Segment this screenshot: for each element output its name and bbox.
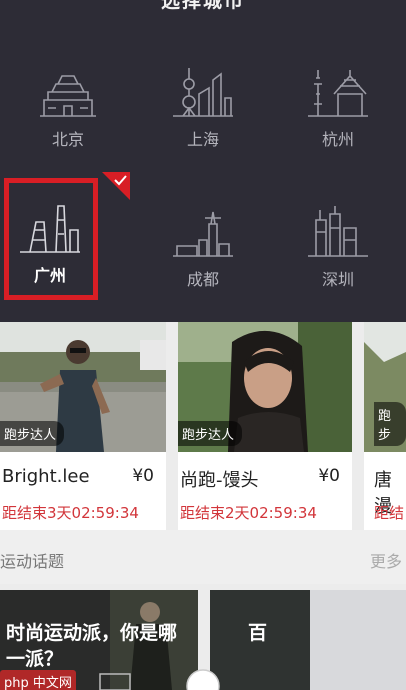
oriental-pearl-tower-icon <box>173 68 233 117</box>
city-beijing[interactable]: 北京 <box>0 56 136 166</box>
ball-icon[interactable] <box>187 670 219 690</box>
section-title: 运动话题 <box>0 552 65 571</box>
card-badge: 跑步达人 <box>178 421 243 446</box>
card-countdown: 距结束3天02:59:34 <box>2 504 139 522</box>
card-username: 尚跑-馒头 <box>180 470 259 491</box>
city-label: 成都 <box>186 270 219 289</box>
city-hangzhou[interactable]: 杭州 <box>270 56 406 166</box>
activity-card[interactable]: 跑步达人 Bright.lee ¥0 距结束3天02:59:34 <box>0 322 166 530</box>
selected-check-icon <box>102 172 130 200</box>
city-label: 杭州 <box>321 130 354 149</box>
card-photo: 跑步达人 <box>0 322 166 452</box>
card-badge: 跑步达人 <box>0 421 65 446</box>
topics-header: 运动话题 更多 <box>0 530 406 584</box>
card-price: ¥0 <box>318 466 340 486</box>
card-countdown: 距结 <box>374 504 405 522</box>
activity-card-row: 跑步达人 Bright.lee ¥0 距结束3天02:59:34 跑步达人 尚跑… <box>0 322 406 530</box>
city-label: 北京 <box>51 130 84 149</box>
card-username: Bright.lee <box>2 466 90 487</box>
tv-tower-icon <box>173 211 233 257</box>
tiananmen-icon <box>40 75 96 117</box>
watermark-logo: php 中文网 <box>0 670 76 690</box>
topic-title: 时尚运动派，你是哪一派？ <box>6 622 178 670</box>
card-photo: 跑步达人 <box>178 322 352 452</box>
city-shanghai[interactable]: 上海 <box>135 56 271 166</box>
city-chengdu[interactable]: 成都 <box>135 196 271 306</box>
city-picker: 选择城市 北京 上海 杭州 广州 成都 深圳 <box>0 0 406 322</box>
city-label: 深圳 <box>321 270 354 289</box>
activity-card[interactable]: 跑步 唐漫 距结 <box>364 322 406 530</box>
city-label: 上海 <box>186 130 219 149</box>
calendar-icon[interactable] <box>100 672 130 690</box>
selection-highlight-frame <box>4 178 98 300</box>
card-price: ¥0 <box>132 466 154 486</box>
card-countdown: 距结束2天02:59:34 <box>180 504 317 522</box>
card-badge: 跑步 <box>374 402 406 446</box>
city-shenzhen[interactable]: 深圳 <box>270 196 406 306</box>
card-photo: 跑步 <box>364 322 406 452</box>
pagoda-icon <box>308 70 368 117</box>
topic-title: 百 <box>248 622 268 644</box>
skyscraper-icon <box>308 206 368 257</box>
more-link[interactable]: 更多 <box>370 548 402 572</box>
activity-card[interactable]: 跑步达人 尚跑-馒头 ¥0 距结束2天02:59:34 <box>178 322 352 530</box>
picker-title: 选择城市 <box>160 0 245 12</box>
